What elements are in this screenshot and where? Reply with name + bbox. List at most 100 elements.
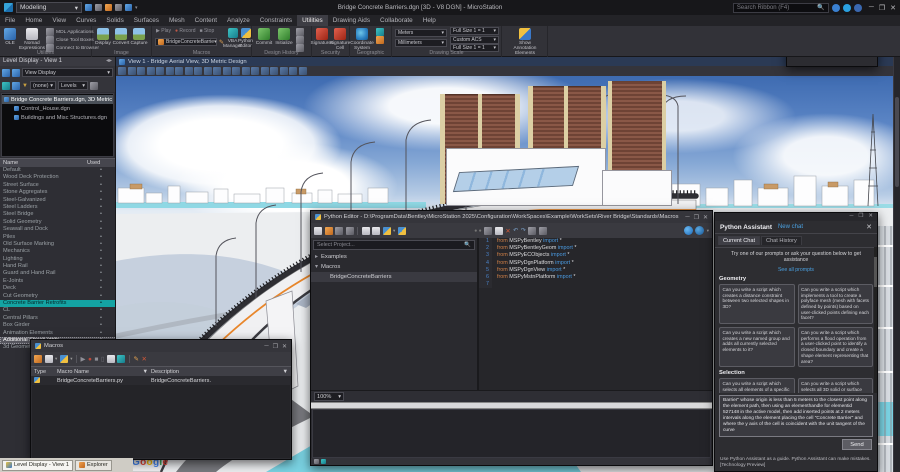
view-tool-icon[interactable] xyxy=(156,67,164,75)
send-button[interactable]: Send xyxy=(842,439,872,450)
signature-cell-button[interactable]: Signature Cell xyxy=(331,28,349,51)
rename-macro-icon[interactable]: ✎ xyxy=(133,355,138,363)
print-icon[interactable] xyxy=(125,4,132,11)
level-row[interactable]: Cut Geometry• xyxy=(0,293,115,300)
delete-macro-icon[interactable]: ✕ xyxy=(141,355,146,363)
close-button[interactable]: ✕ xyxy=(868,213,873,221)
ribbon-tab[interactable]: Surfaces xyxy=(129,15,164,26)
view-tool-icon[interactable] xyxy=(270,67,278,75)
undo-icon[interactable]: ↶ xyxy=(513,227,518,234)
utilities-small-button[interactable]: Close Tool Boxes xyxy=(46,36,99,44)
show-annotation-elements-button[interactable]: Show Annotation Elements xyxy=(510,28,540,56)
ribbon-tab[interactable]: Solids xyxy=(101,15,128,26)
view-tool-icon[interactable] xyxy=(194,67,202,75)
utilities-small-button[interactable]: MDL Applications xyxy=(46,28,99,36)
ribbon-tab[interactable]: View xyxy=(47,15,71,26)
ribbon-tab[interactable]: Constraints xyxy=(255,15,297,26)
record-macro-button[interactable]: ● Record xyxy=(175,28,196,34)
minimize-button[interactable]: ─ xyxy=(869,4,874,12)
zoom-dropdown[interactable]: 100%▾ xyxy=(314,392,344,401)
level-row[interactable]: Guard and Hand Rail• xyxy=(0,270,115,277)
maximize-button[interactable]: ❐ xyxy=(694,214,699,221)
chat-input[interactable]: Barrier" whose origin is less than 5 met… xyxy=(719,395,873,437)
ribbon-tab[interactable]: Curves xyxy=(71,15,101,26)
view-tool-icon[interactable] xyxy=(242,67,250,75)
code-editor[interactable]: 1from MSPyBentley import *2from MSPyBent… xyxy=(479,238,712,390)
stop-macro-button[interactable]: ■ Stop xyxy=(200,28,215,34)
level-row[interactable]: Box Girder• xyxy=(0,322,115,329)
pause-macro-icon[interactable]: ▯ xyxy=(101,355,105,363)
view-tool-icon[interactable] xyxy=(251,67,259,75)
level-row[interactable]: Hand Rail• xyxy=(0,263,115,270)
filter-icon[interactable]: ▼ xyxy=(142,367,148,376)
levels-dropdown[interactable]: Levels▾ xyxy=(58,81,88,90)
view-tool-icon[interactable] xyxy=(299,67,307,75)
level-row[interactable]: Wood Deck Protection• xyxy=(0,174,115,181)
ribbon-tab[interactable]: Help xyxy=(418,15,441,26)
nomad-expressions-button[interactable]: Nomad Expressions xyxy=(19,28,45,51)
level-row[interactable]: Animation Elements• xyxy=(0,330,115,337)
history-small-button-1[interactable] xyxy=(296,28,304,36)
ribbon-tab[interactable]: Collaborate xyxy=(375,15,418,26)
level-row[interactable]: Street Surface• xyxy=(0,182,115,189)
level-row[interactable]: Stone Aggregates• xyxy=(0,189,115,196)
column-header-used[interactable]: Used xyxy=(87,159,115,167)
ribbon-search-input[interactable]: Search Ribbon (F4)🔍 xyxy=(733,3,829,13)
tab-chat-history[interactable]: Chat History xyxy=(761,236,802,245)
close-button[interactable]: ✕ xyxy=(703,214,708,221)
import-module-icon[interactable] xyxy=(362,227,370,235)
export-module-icon[interactable] xyxy=(372,227,380,235)
redo-icon[interactable] xyxy=(115,4,122,11)
level-row[interactable]: Mechanics• xyxy=(0,248,115,255)
close-chat-icon[interactable]: ✕ xyxy=(866,223,872,231)
level-row[interactable]: Steel-Galvanized• xyxy=(0,197,115,204)
new-chat-link[interactable]: New chat xyxy=(778,224,803,230)
project-tree-item[interactable]: BridgeConcreteBarriers xyxy=(311,272,477,282)
view-tool-icon[interactable] xyxy=(175,67,183,75)
editor-splitter[interactable] xyxy=(311,402,712,409)
compress-icon[interactable] xyxy=(95,4,102,11)
tab-current-chat[interactable]: Current Chat xyxy=(718,236,760,245)
level-mode-icon[interactable] xyxy=(2,82,10,90)
geo-small-button-2[interactable] xyxy=(376,36,384,44)
level-row[interactable]: E-Joints• xyxy=(0,278,115,285)
level-row[interactable]: Old Surface Marking• xyxy=(0,241,115,248)
minimize-button[interactable]: ─ xyxy=(850,213,854,221)
column-description[interactable]: Description▼ xyxy=(151,367,291,376)
file-tree-item[interactable]: Bridge Concrete Barriers.dgn, 3D Metric … xyxy=(2,95,113,104)
save-icon[interactable] xyxy=(335,227,343,235)
qat-more-icon[interactable]: ▾ xyxy=(135,5,138,11)
level-row[interactable]: Central Pillars• xyxy=(0,315,115,322)
play-macro-button[interactable]: ▶ Play xyxy=(156,28,171,34)
acs-dropdown[interactable]: Custom ACS▾ xyxy=(450,36,499,44)
dock-tab-explorer[interactable]: Explorer xyxy=(75,460,112,471)
update-levels-icon[interactable] xyxy=(12,69,20,77)
ribbon-tab[interactable]: Analyze xyxy=(222,15,255,26)
python-folder-icon[interactable] xyxy=(60,355,68,363)
run-python-icon[interactable] xyxy=(398,227,406,235)
view-tool-icon[interactable] xyxy=(289,67,297,75)
prompt-card[interactable]: Can you write a script which creates a n… xyxy=(719,327,795,367)
commit-button[interactable]: Commit xyxy=(254,28,274,46)
connect-icon[interactable] xyxy=(854,4,862,12)
python-folder-icon[interactable] xyxy=(383,227,391,235)
comment-icon[interactable] xyxy=(539,227,547,235)
edit-source-icon[interactable] xyxy=(107,355,115,363)
column-header-name[interactable]: Name xyxy=(0,159,87,167)
view-tool-icon[interactable] xyxy=(261,67,269,75)
view-tool-icon[interactable] xyxy=(280,67,288,75)
record-macro-icon[interactable]: ● xyxy=(88,356,92,363)
units-dropdown[interactable]: Meters▾ xyxy=(395,29,447,37)
new-file-icon[interactable] xyxy=(314,227,322,235)
prompt-card[interactable]: Can you write a script which selects all… xyxy=(798,378,874,393)
minimize-button[interactable]: ─ xyxy=(685,214,689,221)
ribbon-tab[interactable]: Utilities xyxy=(297,15,328,26)
ribbon-tab[interactable]: Mesh xyxy=(164,15,190,26)
ribbon-tab[interactable]: Drawing Aids xyxy=(328,15,375,26)
find-icon[interactable] xyxy=(528,227,536,235)
view-tool-icon[interactable] xyxy=(213,67,221,75)
filter-icon[interactable]: ▼ xyxy=(282,367,288,376)
subunits-dropdown[interactable]: Millimeters▾ xyxy=(395,39,447,47)
level-row[interactable]: Concrete Barrier Retrofits• xyxy=(0,300,115,307)
view-tool-icon[interactable] xyxy=(118,67,126,75)
